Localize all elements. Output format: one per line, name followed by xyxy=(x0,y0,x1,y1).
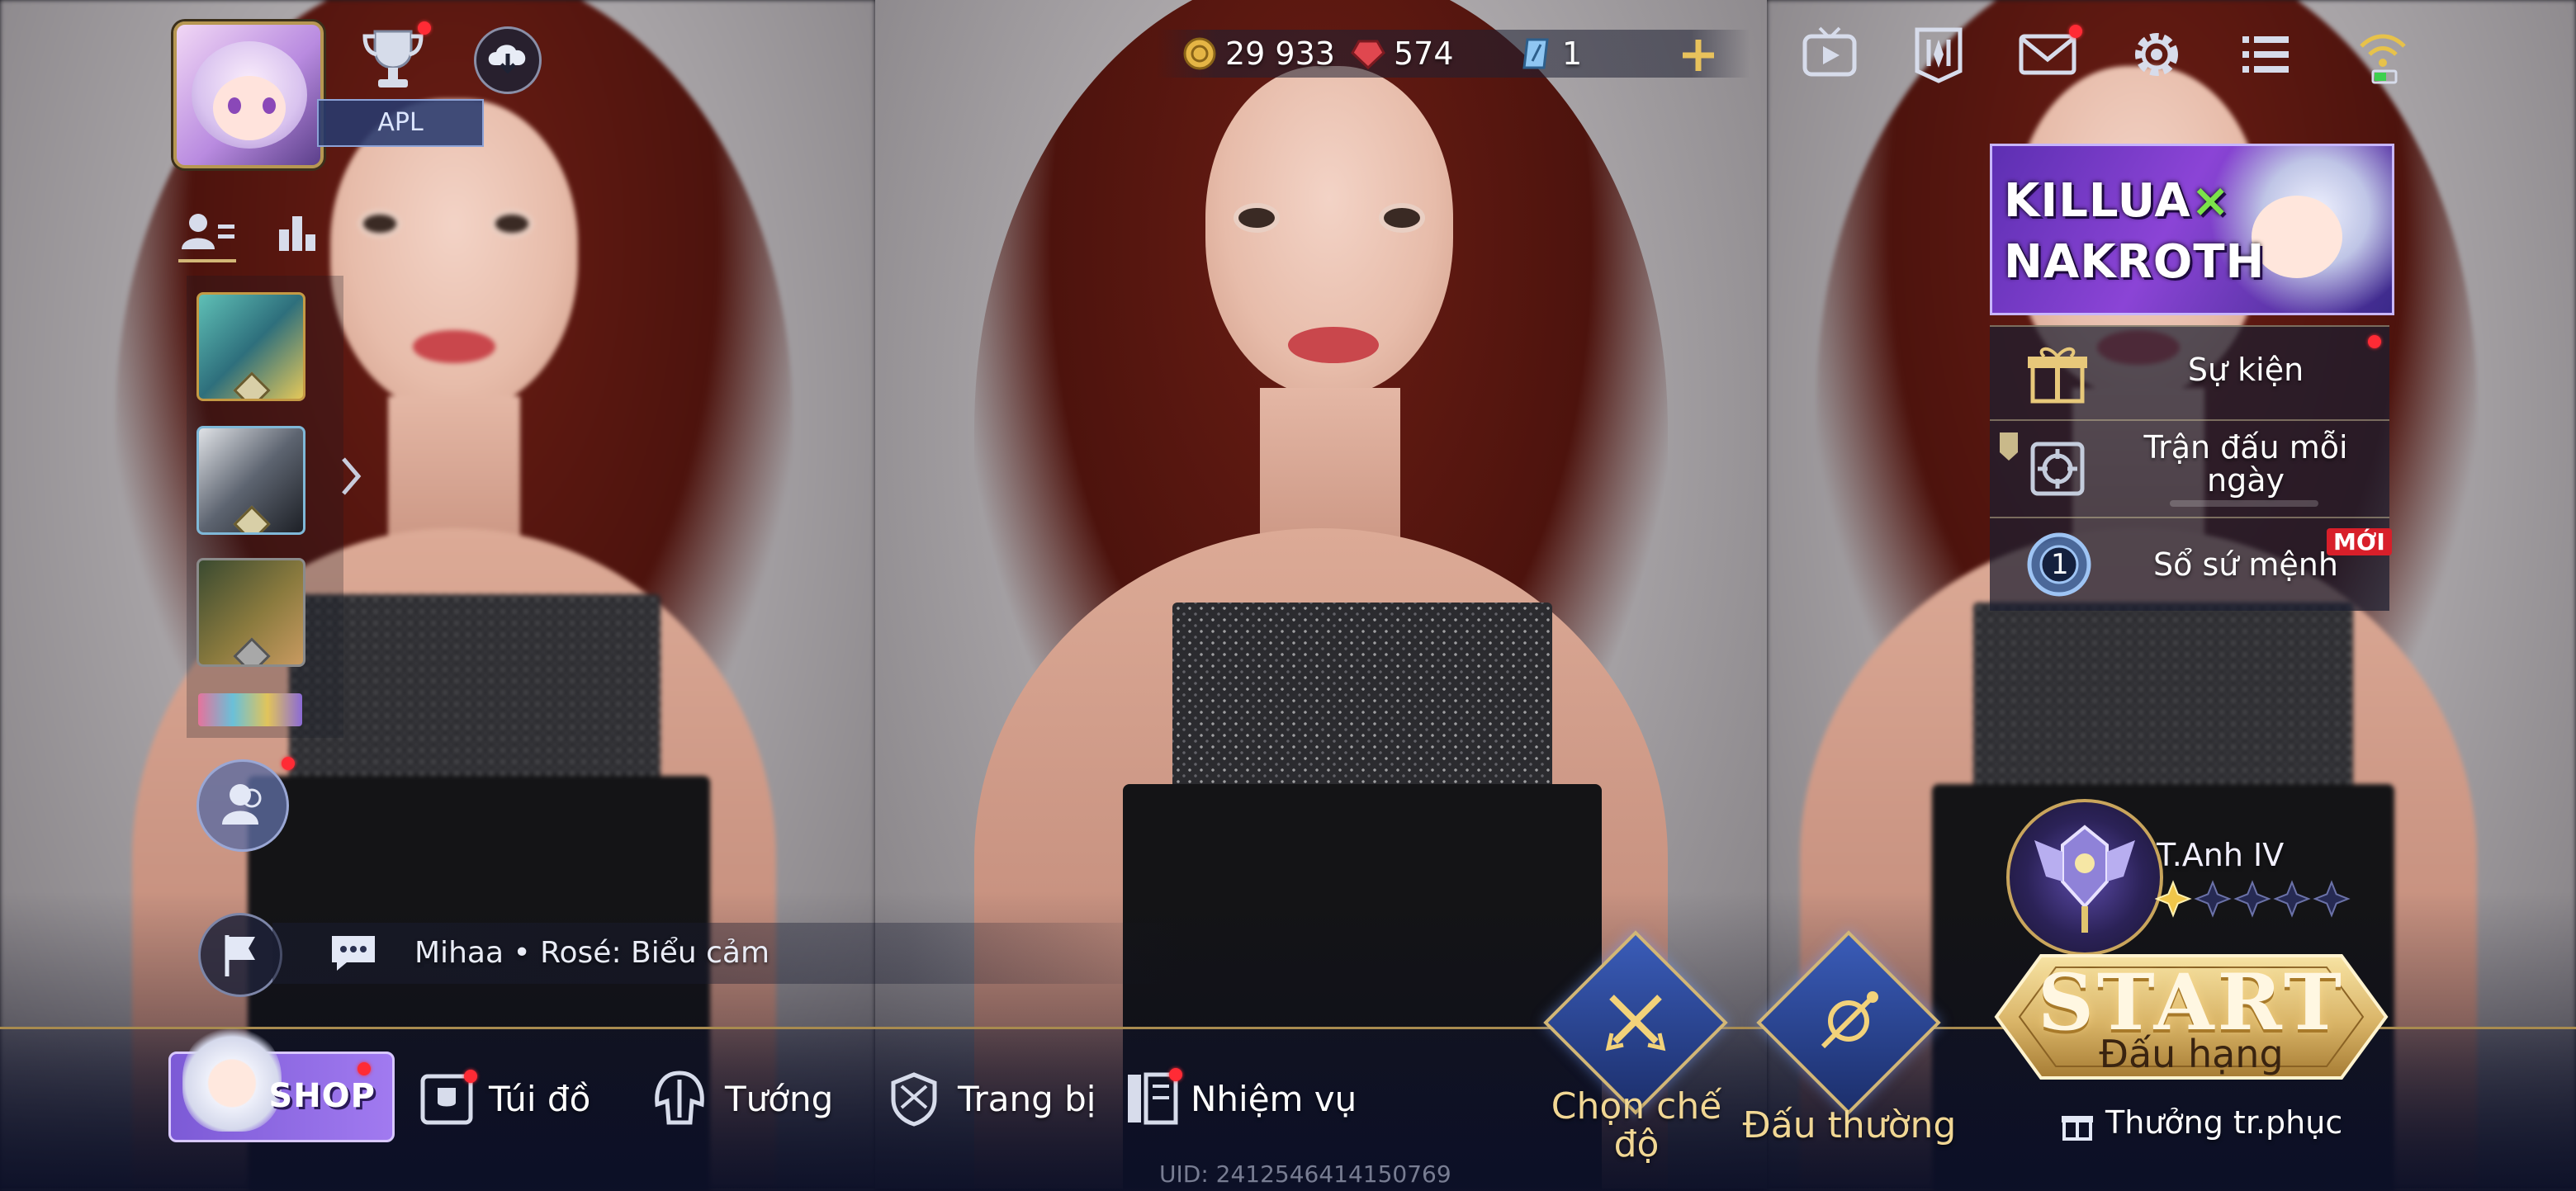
rank-emblem-icon[interactable] xyxy=(2006,799,2163,956)
nav-quests[interactable]: Nhiệm vụ xyxy=(1191,1075,1357,1124)
friend-avatar-3[interactable] xyxy=(197,558,305,667)
shop-label: SHOP xyxy=(268,1077,376,1115)
event-row-events[interactable]: Sự kiện xyxy=(1990,325,2389,419)
mail-icon[interactable] xyxy=(2015,21,2082,87)
equipment-icon[interactable] xyxy=(883,1068,945,1129)
gem-amount: 574 xyxy=(1394,35,1454,72)
event-gift-icon xyxy=(2024,340,2091,406)
nav-equipment[interactable]: Trang bị xyxy=(958,1075,1096,1124)
player-uid: UID: 2412546414150769 xyxy=(1159,1160,1451,1188)
gold-amount: 29 933 xyxy=(1225,35,1335,72)
trophy-icon[interactable] xyxy=(360,21,431,94)
replay-tv-icon[interactable] xyxy=(1797,21,1863,87)
wifi-signal-icon xyxy=(2350,21,2416,87)
tab-leaderboard[interactable] xyxy=(272,210,322,254)
start-sublabel: Đấu hạng xyxy=(2099,1032,2284,1076)
bag-icon[interactable] xyxy=(418,1070,477,1127)
mission-level: 1 xyxy=(2051,548,2069,581)
mode-select-label[interactable]: Chọn chế độ xyxy=(1546,1088,1727,1164)
event-banner[interactable]: KILLUA× NAKROTH xyxy=(1990,144,2394,315)
nav-bag[interactable]: Túi đồ xyxy=(489,1075,590,1124)
tab-friends-list[interactable] xyxy=(178,210,236,262)
daily-match-progress xyxy=(2170,500,2318,507)
chat-message: Mihaa • Rosé: Biểu cảm xyxy=(414,936,770,970)
small-rank-icon xyxy=(1996,431,2021,464)
quest-icon[interactable] xyxy=(1123,1068,1182,1127)
settings-gear-icon[interactable] xyxy=(2124,21,2190,87)
rank-name: T.Anh IV xyxy=(2157,837,2285,873)
expand-arrow-icon[interactable] xyxy=(340,456,362,497)
shop-button[interactable]: SHOP xyxy=(168,1024,395,1142)
guild-banner-icon[interactable] xyxy=(1906,21,1972,87)
normal-match-label[interactable]: Đấu thường xyxy=(1742,1104,1957,1146)
event-row-daily-match[interactable]: Trận đấu mỗi ngày xyxy=(1990,419,2389,517)
rank-stars-svg xyxy=(2154,880,2351,918)
normal-match-button[interactable] xyxy=(1756,930,1941,1115)
guild-flag-button[interactable] xyxy=(198,913,282,997)
target-arrow-icon xyxy=(1811,984,1886,1058)
gift-icon[interactable] xyxy=(2059,1106,2095,1142)
mission-book-icon: 1 xyxy=(2024,530,2094,599)
crossed-swords-icon xyxy=(1598,984,1673,1058)
rank-star-empty xyxy=(2233,880,2271,918)
friend-avatar-1[interactable] xyxy=(197,292,305,401)
add-currency-icon[interactable] xyxy=(1679,36,1717,74)
outfit-reward-link[interactable]: Thưởng tr.phục xyxy=(2105,1104,2342,1141)
red-gem-icon xyxy=(1351,36,1385,71)
friend-avatar-4-partial[interactable] xyxy=(198,693,302,726)
nav-heroes[interactable]: Tướng xyxy=(725,1075,833,1124)
friends-social-button[interactable] xyxy=(197,757,295,852)
player-avatar[interactable] xyxy=(173,21,324,168)
new-badge: MỚI xyxy=(2327,528,2392,555)
daily-match-label: Trận đấu mỗi ngày xyxy=(2143,429,2348,499)
rank-star-empty xyxy=(2194,880,2232,918)
start-ranked-button[interactable]: START Đấu hạng xyxy=(1991,951,2391,1083)
rank-star-filled xyxy=(2154,880,2192,918)
download-icon[interactable] xyxy=(474,26,542,94)
event-row-mission-book[interactable]: 1 Sổ sứ mệnh MỚI xyxy=(1990,517,2392,611)
hero-helmet-icon[interactable] xyxy=(649,1068,710,1129)
sidebar-tabs xyxy=(157,205,342,262)
daily-match-icon xyxy=(2024,436,2091,502)
friend-avatar-2[interactable] xyxy=(197,426,305,535)
event-label: Sự kiện xyxy=(2187,352,2304,388)
rank-star-empty xyxy=(2273,880,2311,918)
voucher-icon xyxy=(1519,36,1554,71)
chat-bubble-icon[interactable] xyxy=(329,933,378,974)
banner-title-line1: KILLUA× xyxy=(2004,174,2231,228)
gold-coin-icon xyxy=(1182,36,1217,71)
banner-title-line2: NAKROTH xyxy=(2004,235,2266,289)
menu-list-icon[interactable] xyxy=(2233,21,2299,87)
mode-select-button[interactable] xyxy=(1543,930,1728,1115)
voucher-amount: 1 xyxy=(1562,35,1583,72)
rank-stars xyxy=(2154,878,2370,919)
player-tag: APL xyxy=(317,99,484,147)
rank-star-empty xyxy=(2313,880,2351,918)
